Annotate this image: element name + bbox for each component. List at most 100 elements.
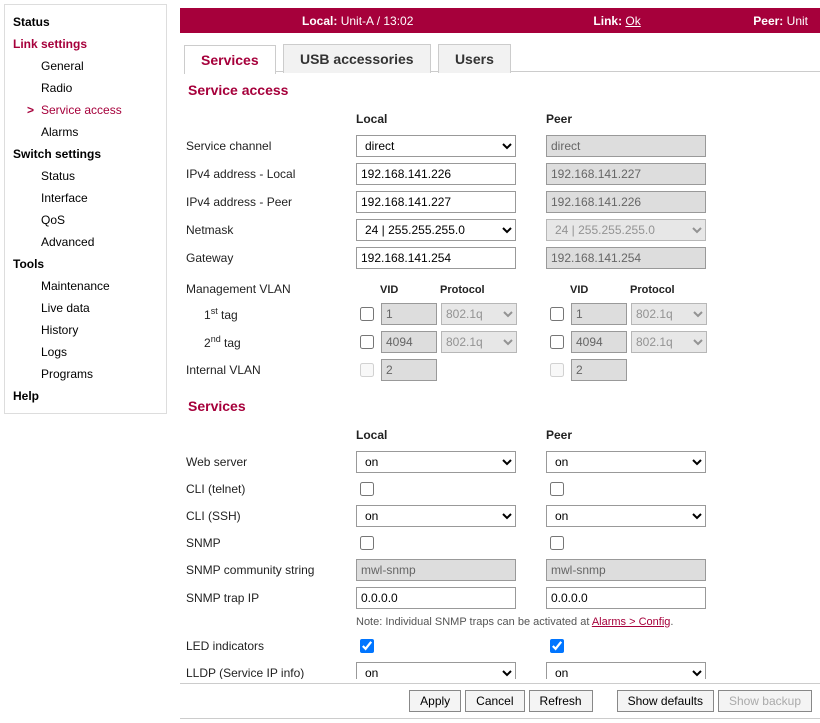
sidebar-item-logs[interactable]: Logs [5, 341, 166, 363]
tag2-enable-local[interactable] [360, 335, 374, 349]
cli-ssh-peer[interactable]: on [546, 505, 706, 527]
gateway-peer [546, 247, 706, 269]
label-snmp-trap: SNMP trap IP [186, 587, 356, 609]
netmask-peer: 24 | 255.255.255.0 [546, 219, 706, 241]
tag1-vid-peer [571, 303, 627, 325]
sidebar-item-history[interactable]: History [5, 319, 166, 341]
tag1-vid-local [381, 303, 437, 325]
show-defaults-button[interactable]: Show defaults [617, 690, 714, 712]
ipv4-local-peer [546, 163, 706, 185]
tag2-proto-peer: 802.1q [631, 331, 707, 353]
netmask-local[interactable]: 24 | 255.255.255.0 [356, 219, 516, 241]
snmp-trap-peer[interactable] [546, 587, 706, 609]
label-led: LED indicators [186, 631, 356, 657]
label-mgmt-vlan: Management VLAN [186, 272, 356, 300]
tab-users[interactable]: Users [438, 44, 511, 73]
web-server-peer[interactable]: on [546, 451, 706, 473]
apply-button[interactable]: Apply [409, 690, 461, 712]
sidebar-link-settings[interactable]: Link settings [5, 33, 166, 55]
led-local[interactable] [360, 639, 374, 653]
label-cli-ssh: CLI (SSH) [186, 505, 356, 527]
label-tag2: 2nd tag [186, 330, 356, 354]
label-cli-telnet: CLI (telnet) [186, 478, 356, 500]
col-peer: Peer [546, 108, 736, 132]
tab-row: Services USB accessories Users [184, 44, 820, 72]
status-bar: Local: Unit-A / 13:02 Link: Ok Peer: Uni… [180, 8, 820, 33]
sidebar-item-advanced[interactable]: Advanced [5, 231, 166, 253]
content: Service access Local Peer Service channe… [180, 74, 818, 679]
label-tag1: 1st tag [186, 302, 356, 326]
gateway-local[interactable] [356, 247, 516, 269]
ipv4-peer-peer [546, 191, 706, 213]
refresh-button[interactable]: Refresh [529, 690, 593, 712]
section-services-title: Services [188, 398, 812, 414]
web-server-local[interactable]: on [356, 451, 516, 473]
led-peer[interactable] [550, 639, 564, 653]
sidebar-help[interactable]: Help [5, 385, 166, 407]
show-backup-button: Show backup [718, 690, 812, 712]
sidebar-item-maintenance[interactable]: Maintenance [5, 275, 166, 297]
label-web-server: Web server [186, 451, 356, 473]
action-bar: Apply Cancel Refresh Show defaults Show … [180, 683, 820, 719]
sidebar-tools[interactable]: Tools [5, 253, 166, 275]
tag1-proto-peer: 802.1q [631, 303, 707, 325]
label-snmp: SNMP [186, 532, 356, 554]
sidebar-item-radio[interactable]: Radio [5, 77, 166, 99]
internal-vlan-enable-peer [550, 363, 564, 377]
tag1-enable-peer[interactable] [550, 307, 564, 321]
alarms-config-link[interactable]: Alarms > Config [592, 616, 671, 628]
sidebar-item-general[interactable]: General [5, 55, 166, 77]
label-lldp: LLDP (Service IP info) [186, 662, 356, 679]
sidebar-item-service-access[interactable]: >Service access [5, 99, 166, 121]
tab-usb-accessories[interactable]: USB accessories [283, 44, 431, 73]
lldp-local[interactable]: on [356, 662, 516, 679]
cli-telnet-local[interactable] [360, 482, 374, 496]
ipv4-peer-local[interactable] [356, 191, 516, 213]
tab-services[interactable]: Services [184, 45, 276, 74]
internal-vlan-enable-local [360, 363, 374, 377]
link-status-link[interactable]: Ok [625, 14, 640, 28]
snmp-local[interactable] [360, 536, 374, 550]
snmp-note: Note: Individual SNMP traps can be activ… [356, 612, 736, 628]
label-internal-vlan: Internal VLAN [186, 359, 356, 381]
col-local-2: Local [356, 424, 546, 448]
sidebar-item-alarms[interactable]: Alarms [5, 121, 166, 143]
sidebar-item-live-data[interactable]: Live data [5, 297, 166, 319]
tag2-vid-local [381, 331, 437, 353]
snmp-peer[interactable] [550, 536, 564, 550]
cancel-button[interactable]: Cancel [465, 690, 524, 712]
label-gateway: Gateway [186, 247, 356, 269]
label-ipv4-local: IPv4 address - Local [186, 163, 356, 185]
col-peer-2: Peer [546, 424, 736, 448]
tag2-proto-local: 802.1q [441, 331, 517, 353]
section-service-access-title: Service access [188, 82, 812, 98]
sidebar-switch-settings[interactable]: Switch settings [5, 143, 166, 165]
col-local: Local [356, 108, 546, 132]
chevron-right-icon: > [27, 103, 37, 117]
label-snmp-comm: SNMP community string [186, 559, 356, 581]
sidebar-item-switch-status[interactable]: Status [5, 165, 166, 187]
label-netmask: Netmask [186, 219, 356, 241]
sidebar-item-qos[interactable]: QoS [5, 209, 166, 231]
ipv4-local-local[interactable] [356, 163, 516, 185]
service-channel-local[interactable]: direct [356, 135, 516, 157]
lldp-peer[interactable]: on [546, 662, 706, 679]
snmp-comm-local [356, 559, 516, 581]
service-channel-peer [546, 135, 706, 157]
tag1-proto-local: 802.1q [441, 303, 517, 325]
tag2-enable-peer[interactable] [550, 335, 564, 349]
cli-telnet-peer[interactable] [550, 482, 564, 496]
snmp-trap-local[interactable] [356, 587, 516, 609]
label-ipv4-peer: IPv4 address - Peer [186, 191, 356, 213]
internal-vlan-vid-peer [571, 359, 627, 381]
sidebar: Status Link settings General Radio >Serv… [4, 4, 167, 414]
label-service-channel: Service channel [186, 135, 356, 157]
tag2-vid-peer [571, 331, 627, 353]
sidebar-item-programs[interactable]: Programs [5, 363, 166, 385]
sidebar-item-interface[interactable]: Interface [5, 187, 166, 209]
sidebar-status[interactable]: Status [5, 11, 166, 33]
internal-vlan-vid-local [381, 359, 437, 381]
tag1-enable-local[interactable] [360, 307, 374, 321]
snmp-comm-peer [546, 559, 706, 581]
cli-ssh-local[interactable]: on [356, 505, 516, 527]
